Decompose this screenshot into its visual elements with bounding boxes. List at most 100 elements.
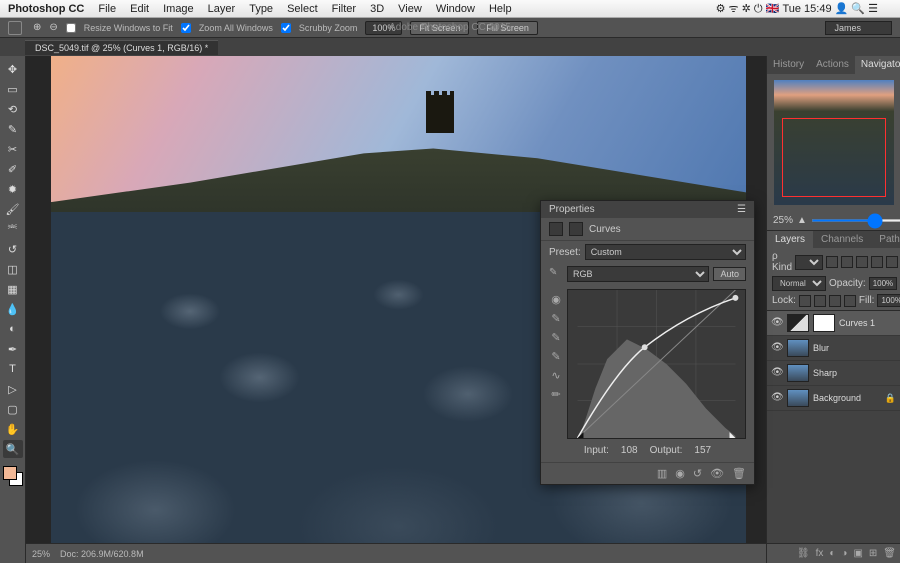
black-point-icon[interactable]: ✎ bbox=[549, 350, 563, 364]
tab-actions[interactable]: Actions bbox=[810, 56, 855, 74]
blur-tool[interactable]: 💧 bbox=[3, 300, 23, 318]
lasso-tool[interactable]: ⟲ bbox=[3, 100, 23, 118]
layer-thumb-icon bbox=[787, 314, 809, 332]
type-tool[interactable]: T bbox=[3, 360, 23, 378]
visibility-icon[interactable]: 👁 bbox=[771, 367, 783, 379]
menu-help[interactable]: Help bbox=[489, 3, 512, 15]
previous-icon[interactable]: ◉ bbox=[675, 467, 685, 480]
layers-filter-icons[interactable] bbox=[826, 256, 898, 268]
zoom-tool-icon[interactable] bbox=[8, 21, 22, 35]
toggle-visibility-icon[interactable]: 👁 bbox=[710, 467, 724, 480]
edit-points-icon[interactable]: ∿ bbox=[549, 369, 563, 383]
layer-name: Sharp bbox=[813, 368, 837, 378]
eyedropper-icon[interactable]: ✎ bbox=[549, 267, 563, 281]
hand-tool[interactable]: ✋ bbox=[3, 420, 23, 438]
resize-windows-checkbox[interactable] bbox=[66, 23, 76, 33]
menu-window[interactable]: Window bbox=[436, 3, 475, 15]
zoom-100-button[interactable]: 100% bbox=[365, 21, 402, 35]
visibility-icon[interactable]: 👁 bbox=[771, 342, 783, 354]
brush-tool[interactable]: 🖌 bbox=[3, 200, 23, 218]
layers-filter-select[interactable] bbox=[795, 255, 823, 270]
tab-navigator[interactable]: Navigator bbox=[855, 56, 900, 74]
preset-select[interactable]: Custom bbox=[585, 244, 746, 260]
fill-value[interactable]: 100% bbox=[877, 294, 900, 307]
blend-mode-select[interactable]: Normal bbox=[772, 276, 826, 291]
fit-screen-button[interactable]: Fit Screen bbox=[410, 21, 469, 35]
group-icon[interactable]: ▣ bbox=[853, 548, 862, 559]
crop-tool[interactable]: ✂ bbox=[3, 140, 23, 158]
input-value[interactable]: 108 bbox=[621, 445, 638, 456]
new-layer-icon[interactable]: ⊞ bbox=[869, 548, 877, 559]
delete-icon[interactable]: 🗑 bbox=[883, 548, 896, 559]
mask-icon[interactable]: ◐ bbox=[829, 548, 835, 559]
tab-history[interactable]: History bbox=[767, 56, 810, 74]
fx-icon[interactable]: fx bbox=[816, 548, 824, 559]
zoom-all-checkbox[interactable] bbox=[181, 23, 191, 33]
dodge-tool[interactable]: ◐ bbox=[3, 320, 23, 338]
panel-menu-icon[interactable]: ☰ bbox=[737, 204, 746, 215]
zoom-tool[interactable]: 🔍 bbox=[3, 440, 23, 458]
clip-icon[interactable]: ▥ bbox=[657, 467, 667, 480]
curves-graph[interactable] bbox=[567, 289, 746, 439]
quick-select-tool[interactable]: ✎ bbox=[3, 120, 23, 138]
gradient-tool[interactable]: ▦ bbox=[3, 280, 23, 298]
fill-screen-button[interactable]: Fill Screen bbox=[477, 21, 538, 35]
tab-paths[interactable]: Paths bbox=[871, 231, 900, 248]
sampler-icon[interactable]: ◉ bbox=[549, 293, 563, 307]
scrubby-zoom-checkbox[interactable] bbox=[281, 23, 291, 33]
visibility-icon[interactable]: 👁 bbox=[771, 317, 783, 329]
healing-tool[interactable]: ✹ bbox=[3, 180, 23, 198]
layer-blur[interactable]: 👁 Blur bbox=[767, 336, 900, 361]
layer-background[interactable]: 👁 Background 🔒 bbox=[767, 386, 900, 411]
menu-edit[interactable]: Edit bbox=[130, 3, 149, 15]
navigator-viewport-box[interactable] bbox=[782, 118, 886, 197]
mask-icon[interactable] bbox=[569, 222, 583, 236]
draw-curve-icon[interactable]: ✏ bbox=[549, 388, 563, 402]
path-tool[interactable]: ▷ bbox=[3, 380, 23, 398]
navigator-preview[interactable] bbox=[774, 80, 894, 205]
pen-tool[interactable]: ✒ bbox=[3, 340, 23, 358]
properties-panel[interactable]: Properties☰ Curves Preset:Custom ✎ RGB A… bbox=[540, 200, 755, 485]
link-layers-icon[interactable]: ⛓ bbox=[797, 548, 810, 559]
menu-file[interactable]: File bbox=[98, 3, 116, 15]
reset-icon[interactable]: ↺ bbox=[693, 467, 702, 480]
tab-channels[interactable]: Channels bbox=[813, 231, 871, 248]
visibility-icon[interactable]: 👁 bbox=[771, 392, 783, 404]
menu-filter[interactable]: Filter bbox=[332, 3, 356, 15]
eyedropper-tool[interactable]: ✐ bbox=[3, 160, 23, 178]
delete-adjustment-icon[interactable]: 🗑 bbox=[732, 467, 746, 480]
eraser-tool[interactable]: ◫ bbox=[3, 260, 23, 278]
nav-zoom-out-icon[interactable]: ▲ bbox=[797, 215, 807, 226]
output-value[interactable]: 157 bbox=[694, 445, 711, 456]
tab-layers[interactable]: Layers bbox=[767, 231, 813, 248]
nav-zoom-slider[interactable] bbox=[811, 219, 900, 222]
adjustment-icon[interactable]: ◑ bbox=[841, 548, 847, 559]
status-zoom[interactable]: 25% bbox=[32, 549, 50, 559]
history-brush-tool[interactable]: ↺ bbox=[3, 240, 23, 258]
menu-select[interactable]: Select bbox=[287, 3, 318, 15]
menu-view[interactable]: View bbox=[398, 3, 422, 15]
user-dropdown[interactable]: James bbox=[825, 21, 892, 35]
menu-3d[interactable]: 3D bbox=[370, 3, 384, 15]
marquee-tool[interactable]: ▭ bbox=[3, 80, 23, 98]
nav-zoom-value[interactable]: 25% bbox=[773, 215, 793, 226]
document-tab[interactable]: DSC_5049.tif @ 25% (Curves 1, RGB/16) * bbox=[25, 40, 218, 55]
channel-select[interactable]: RGB bbox=[567, 266, 709, 282]
gray-point-icon[interactable]: ✎ bbox=[549, 331, 563, 345]
layers-filter-kind[interactable]: ρ Kind bbox=[772, 251, 792, 273]
shape-tool[interactable]: ▢ bbox=[3, 400, 23, 418]
menu-type[interactable]: Type bbox=[249, 3, 273, 15]
stamp-tool[interactable]: ⎃ bbox=[3, 220, 23, 238]
layer-sharp[interactable]: 👁 Sharp bbox=[767, 361, 900, 386]
move-tool[interactable]: ✥ bbox=[3, 60, 23, 78]
layer-curves-1[interactable]: 👁 Curves 1 bbox=[767, 311, 900, 336]
menu-layer[interactable]: Layer bbox=[208, 3, 236, 15]
lock-icons[interactable] bbox=[799, 295, 856, 307]
auto-button[interactable]: Auto bbox=[713, 267, 746, 281]
menu-image[interactable]: Image bbox=[163, 3, 194, 15]
white-point-icon[interactable]: ✎ bbox=[549, 312, 563, 326]
zoom-out-icon[interactable]: ⊖ bbox=[49, 22, 57, 33]
color-swatches[interactable] bbox=[3, 466, 23, 486]
opacity-value[interactable]: 100% bbox=[869, 277, 897, 290]
zoom-in-icon[interactable]: ⊕ bbox=[33, 22, 41, 33]
